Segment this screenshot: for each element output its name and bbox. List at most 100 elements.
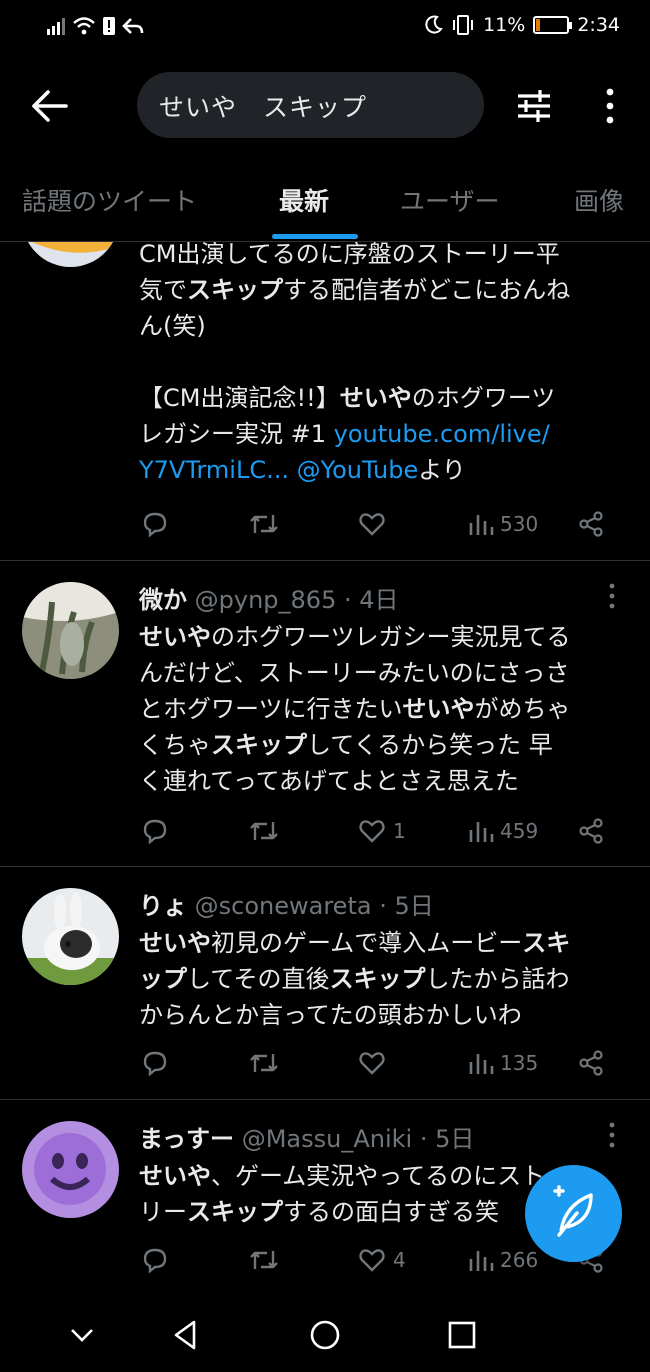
- heart-icon: [359, 1249, 385, 1272]
- active-tab-indicator: [272, 234, 358, 239]
- retweet-icon: [250, 822, 278, 840]
- tweet-more-icon[interactable]: [602, 582, 622, 612]
- reply-button[interactable]: [140, 1043, 176, 1083]
- timestamp[interactable]: 5日: [394, 892, 433, 920]
- timestamp[interactable]: 5日: [435, 1125, 474, 1153]
- views-button[interactable]: 530: [468, 504, 538, 544]
- highlight-term: せいや: [402, 695, 475, 723]
- views-bar-icon: [469, 1054, 494, 1074]
- views-bar-icon: [469, 822, 494, 842]
- display-name[interactable]: りょ: [139, 892, 187, 920]
- reply-icon: [143, 819, 167, 845]
- vibrate-icon: [453, 15, 474, 35]
- tweet[interactable]: 微か @pynp_865 · 4日 せいやのホグワーツレガシー実況見てる んだけど…: [0, 561, 650, 866]
- like-button[interactable]: 1: [357, 811, 406, 851]
- reply-button[interactable]: [140, 811, 176, 851]
- highlight-term: せいや: [139, 929, 211, 957]
- highlight-term: スキップ: [187, 276, 283, 304]
- tweet-link[interactable]: youtube.com/live/: [334, 420, 550, 448]
- tweet-actions: 135: [0, 1043, 650, 1083]
- tweet-text: せいや初見のゲームで導入ムービースキ ップしてその直後スキップしたから話わ からんと…: [139, 925, 639, 1033]
- tweet-link[interactable]: Y7VTrmiLC... @YouTube: [139, 456, 418, 484]
- tweet-header: りょ @sconewareta · 5日: [139, 892, 434, 920]
- tweet-line: [139, 344, 639, 380]
- handle[interactable]: @pynp_865: [195, 586, 337, 614]
- search-header: せいや スキップ: [0, 70, 650, 140]
- views-bar-icon: [469, 1251, 494, 1271]
- like-button[interactable]: [357, 504, 393, 544]
- like-button[interactable]: 4: [357, 1240, 406, 1280]
- moon-icon: [425, 15, 443, 34]
- nav-back-button[interactable]: [164, 1313, 208, 1357]
- tweet-line: ップしてその直後スキップしたから話わ: [139, 965, 570, 993]
- search-tabs: 話題のツイート 最新 ユーザー 画像: [0, 170, 650, 242]
- highlight-term: スキップ: [329, 965, 426, 993]
- display-name[interactable]: まっすー: [139, 1125, 234, 1153]
- tweet-line: せいやのホグワーツレガシー実況見てる: [139, 623, 571, 651]
- highlight-term: スキップ: [187, 1198, 283, 1226]
- tab-top[interactable]: 話題のツイート: [22, 182, 197, 218]
- tweet-header: 微か @pynp_865 · 4日: [139, 586, 399, 614]
- timestamp[interactable]: 4日: [359, 586, 398, 614]
- retweet-icon: [250, 1251, 278, 1269]
- tweet-line: レガシー実況 #1 youtube.com/live/: [139, 420, 550, 448]
- avatar-photo-rabbit: [22, 888, 119, 985]
- timeline[interactable]: CM出演してるのに序盤のストーリー平 気でスキップする配信者がどこにおんね ん(笑)…: [0, 242, 650, 1297]
- tweet-line: 【CM出演記念!!】せいやのホグワーツ: [139, 384, 556, 412]
- tab-latest[interactable]: 最新: [279, 182, 329, 218]
- reply-icon: [143, 512, 167, 538]
- avatar[interactable]: [22, 1121, 119, 1218]
- tab-people[interactable]: ユーザー: [400, 182, 500, 218]
- avatar[interactable]: [22, 888, 119, 985]
- share-button[interactable]: [576, 811, 606, 851]
- tweet-text: CM出演してるのに序盤のストーリー平 気でスキップする配信者がどこにおんね ん(笑)…: [139, 242, 639, 488]
- collapse-button[interactable]: [60, 1313, 104, 1357]
- system-nav-bar: [0, 1297, 650, 1372]
- wifi-icon: [73, 17, 95, 35]
- highlight-term: せいや: [339, 384, 412, 412]
- display-name[interactable]: 微か: [139, 586, 187, 614]
- views-count: 135: [500, 1051, 539, 1075]
- status-right: 11% 2:34: [423, 14, 620, 36]
- tweet-actions: 1 459: [0, 811, 650, 851]
- highlight-term: ップ: [139, 965, 187, 993]
- nav-recents-icon: [448, 1321, 476, 1349]
- views-button[interactable]: 459: [468, 811, 538, 851]
- share-button[interactable]: [576, 504, 606, 544]
- tweet[interactable]: りょ @sconewareta · 5日 せいや初見のゲームで導入ムービースキッ…: [0, 867, 650, 1099]
- tweet-line: とホグワーツに行きたいせいやがめちゃ: [139, 695, 571, 723]
- nav-home-icon: [310, 1320, 340, 1350]
- tweet-actions: 530: [0, 504, 650, 544]
- heart-icon: [359, 1052, 385, 1075]
- search-filter-button[interactable]: [514, 84, 554, 128]
- nav-back-icon: [174, 1320, 196, 1350]
- retweet-button[interactable]: [247, 1240, 287, 1280]
- compose-tweet-button[interactable]: [525, 1165, 622, 1262]
- status-left: [46, 16, 144, 36]
- avatar-photo-plants: [22, 582, 119, 679]
- tab-photos[interactable]: 画像: [574, 182, 624, 218]
- avatar[interactable]: [22, 582, 119, 679]
- nav-home-button[interactable]: [303, 1313, 347, 1357]
- more-options-button[interactable]: [596, 84, 624, 128]
- views-button[interactable]: 135: [468, 1043, 538, 1083]
- retweet-button[interactable]: [247, 811, 287, 851]
- nav-recents-button[interactable]: [440, 1313, 484, 1357]
- retweet-button[interactable]: [247, 504, 287, 544]
- like-count: 1: [393, 819, 406, 843]
- share-button[interactable]: [576, 1043, 606, 1083]
- avatar[interactable]: [22, 242, 119, 267]
- handle[interactable]: @Massu_Aniki: [242, 1125, 413, 1153]
- like-button[interactable]: [357, 1043, 393, 1083]
- tweet[interactable]: CM出演してるのに序盤のストーリー平 気でスキップする配信者がどこにおんね ん(笑)…: [0, 242, 650, 560]
- clock: 2:34: [577, 14, 620, 36]
- reply-button[interactable]: [140, 1240, 176, 1280]
- reply-button[interactable]: [140, 504, 176, 544]
- search-input[interactable]: せいや スキップ: [137, 72, 484, 138]
- handle[interactable]: @sconewareta: [195, 892, 372, 920]
- back-button[interactable]: [28, 86, 72, 126]
- retweet-icon: [250, 515, 278, 533]
- status-bar: 11% 2:34: [0, 0, 650, 56]
- tweet-more-icon[interactable]: [602, 1121, 622, 1151]
- retweet-button[interactable]: [247, 1043, 287, 1083]
